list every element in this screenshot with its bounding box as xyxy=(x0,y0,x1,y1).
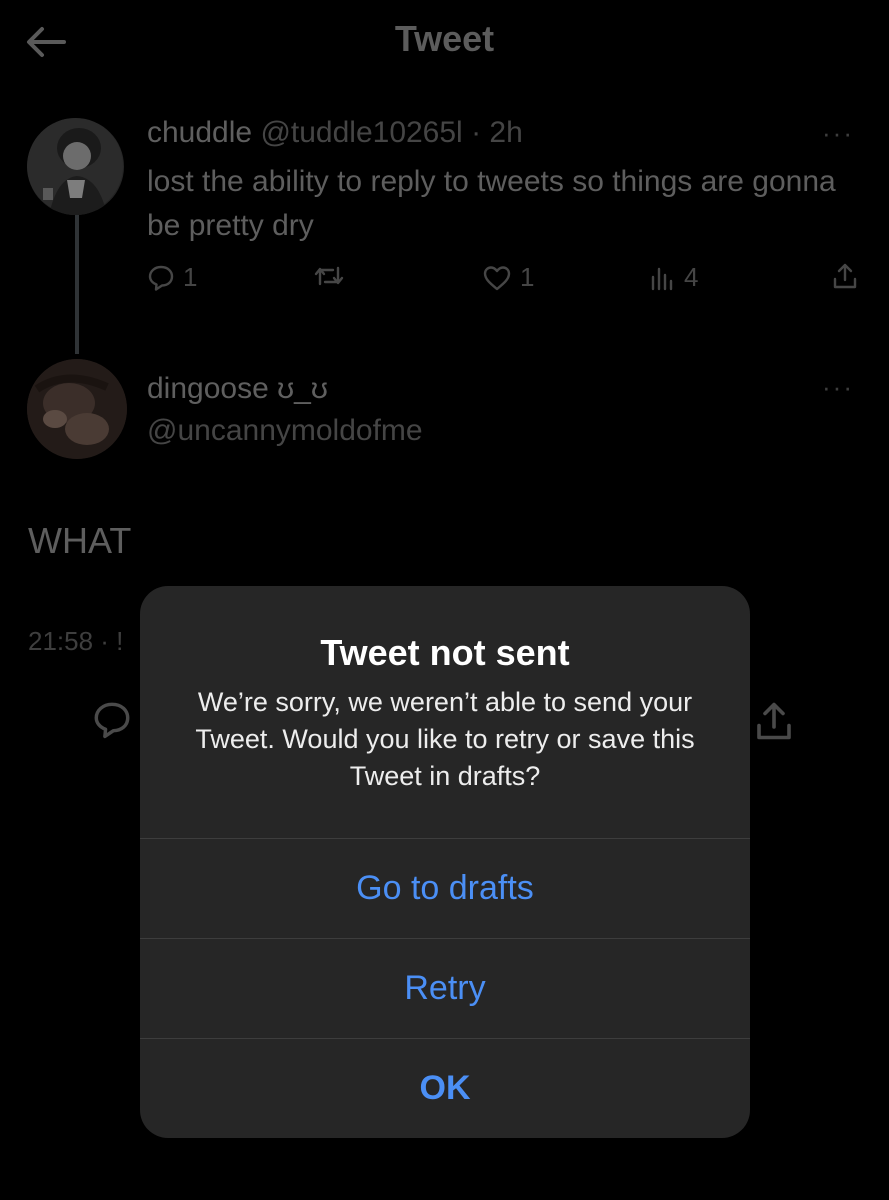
reply-button[interactable] xyxy=(92,700,132,745)
speech-bubble-icon xyxy=(148,265,174,291)
share-button[interactable] xyxy=(754,700,794,747)
bar-chart-icon xyxy=(651,267,673,290)
tweet-author-meta: chuddle @tuddle10265l · 2h xyxy=(147,116,523,150)
reply-count: 1 xyxy=(183,262,198,292)
share-button[interactable] xyxy=(832,262,858,290)
tweet-text: WHAT xyxy=(28,520,132,561)
dialog-title: Tweet not sent xyxy=(320,632,570,673)
ok-button[interactable]: OK xyxy=(140,1038,750,1138)
alert-dialog: Tweet not sent We’re sorry, we weren’t a… xyxy=(140,586,750,1138)
share-icon xyxy=(833,263,857,289)
view-count: 4 xyxy=(684,262,699,292)
author-name[interactable]: dingoose ʊ_ʊ xyxy=(147,372,328,406)
tweet-text: lost the ability to reply to tweets so t… xyxy=(147,165,836,242)
views-button[interactable]: 4 xyxy=(650,262,698,293)
author-name[interactable]: chuddle xyxy=(147,116,252,149)
heart-icon xyxy=(483,265,511,290)
page-title: Tweet xyxy=(394,18,495,59)
tweet-time: 2h xyxy=(489,116,523,149)
speech-bubble-icon xyxy=(94,702,130,739)
retweet-icon xyxy=(314,266,344,286)
avatar[interactable] xyxy=(27,359,127,459)
meta-separator: · xyxy=(471,116,482,149)
author-handle[interactable]: @tuddle10265l xyxy=(260,116,462,149)
retweet-button[interactable] xyxy=(313,262,345,290)
tweet-timestamp: 21:58 · ! xyxy=(28,626,124,656)
go-to-drafts-button[interactable]: Go to drafts xyxy=(140,838,750,938)
more-options-button[interactable]: ··· xyxy=(822,372,854,403)
avatar[interactable] xyxy=(27,118,124,215)
more-options-button[interactable]: ··· xyxy=(822,118,854,149)
dialog-message: We’re sorry, we weren’t able to send you… xyxy=(195,687,695,791)
reply-button[interactable]: 1 xyxy=(147,262,197,293)
like-count: 1 xyxy=(520,262,535,292)
avatar-image xyxy=(27,359,127,459)
author-handle[interactable]: @uncannymoldofme xyxy=(147,414,423,448)
share-icon xyxy=(757,702,791,740)
avatar-image xyxy=(27,118,123,215)
like-button[interactable]: 1 xyxy=(482,262,534,293)
retry-button[interactable]: Retry xyxy=(140,938,750,1038)
thread-connector-line xyxy=(75,214,79,354)
